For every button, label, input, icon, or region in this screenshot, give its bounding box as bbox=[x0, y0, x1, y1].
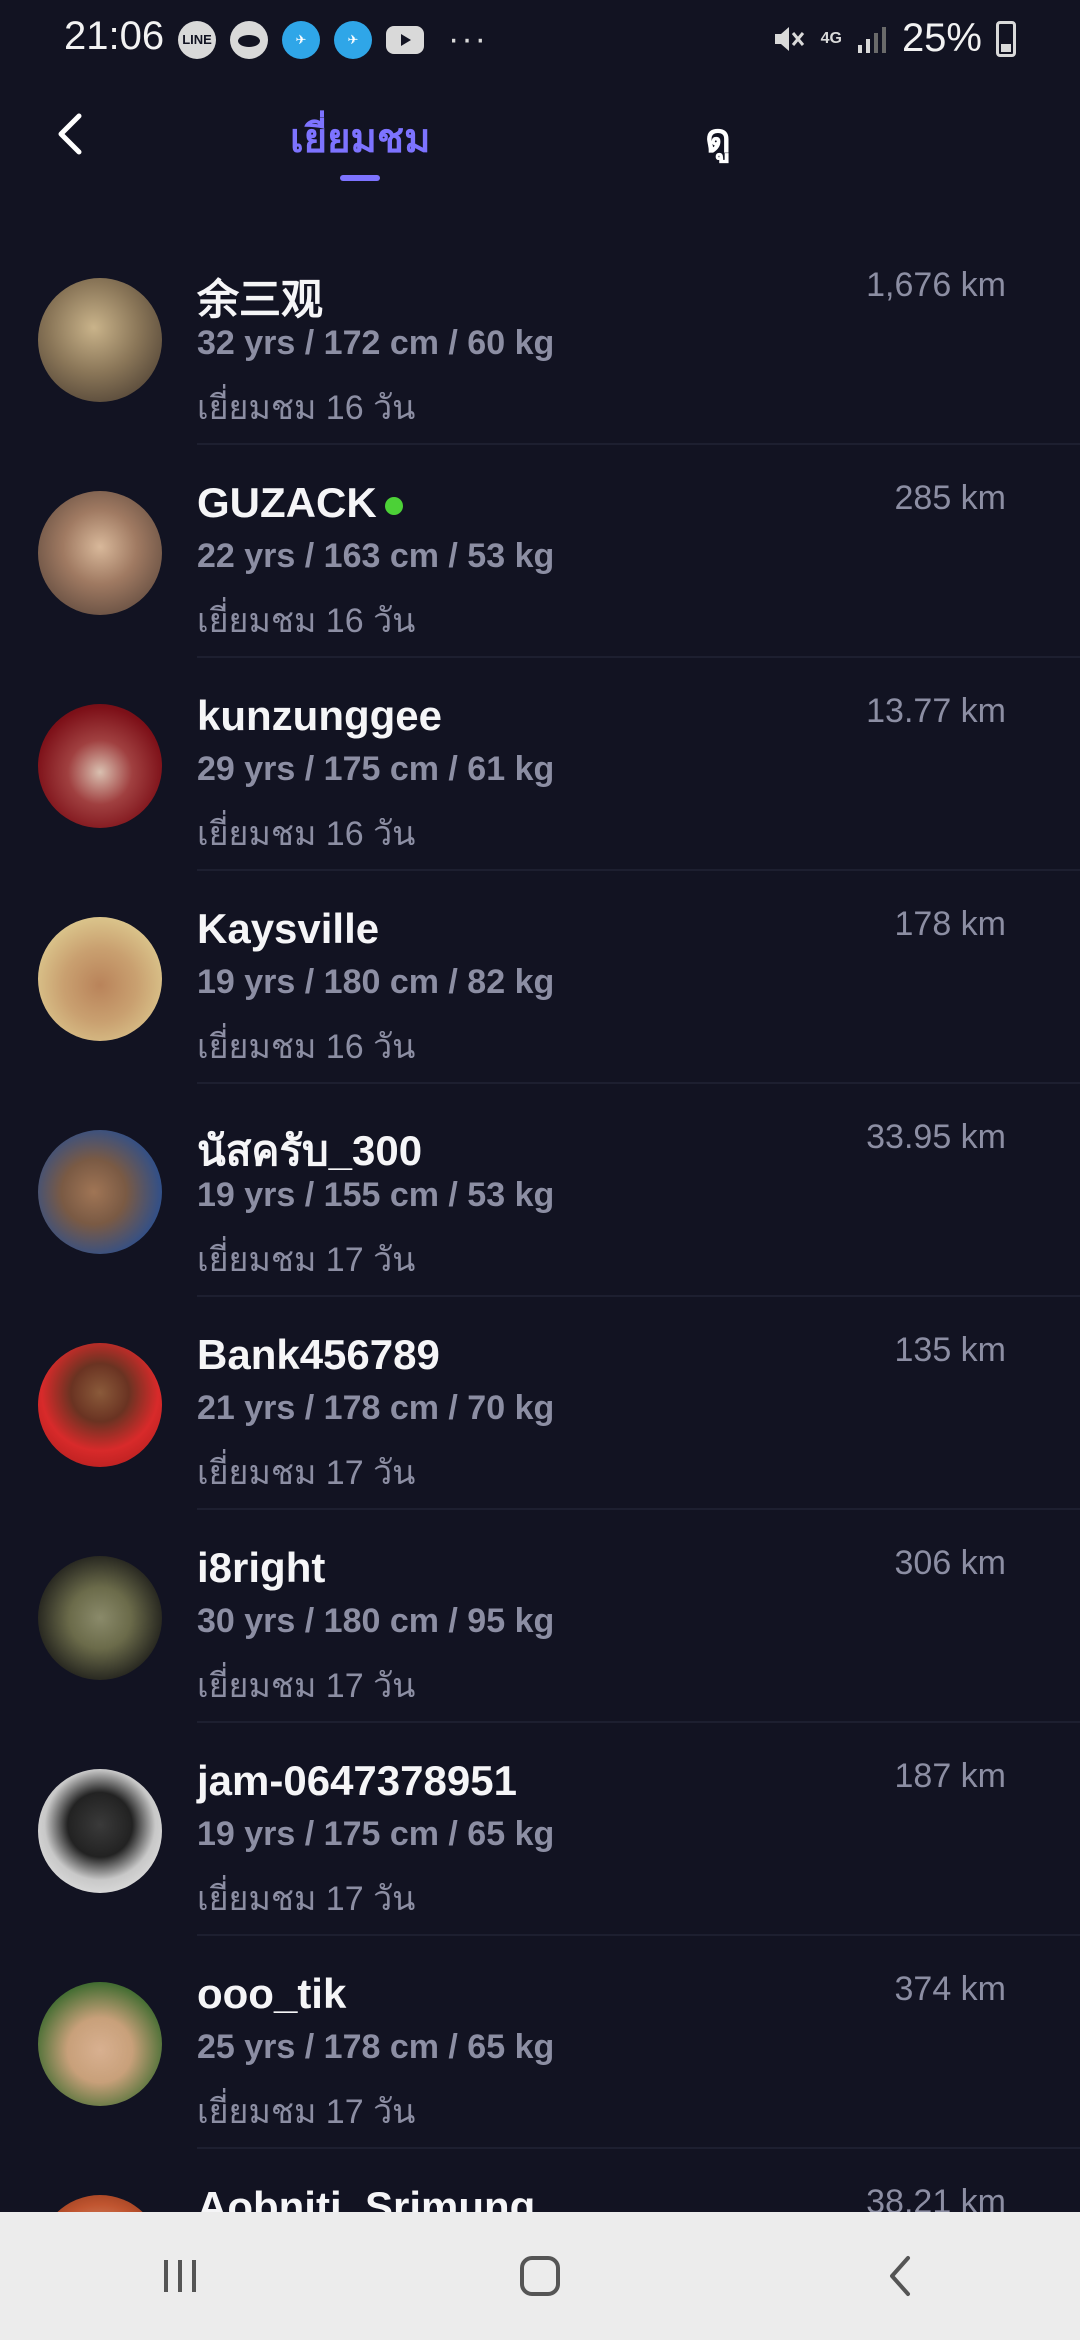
visit-date: เยี่ยมชม 16 วัน bbox=[197, 1028, 416, 1066]
avatar[interactable] bbox=[38, 1556, 162, 1680]
online-indicator bbox=[384, 496, 403, 515]
avatar[interactable] bbox=[38, 1130, 162, 1254]
distance: 306 km bbox=[894, 1544, 1007, 1582]
visit-date: เยี่ยมชม 16 วัน bbox=[197, 815, 416, 853]
list-item[interactable]: Kaysville 19 yrs / 180 cm / 82 kg เยี่ยม… bbox=[0, 871, 1080, 1084]
telegram-icon: ✈ bbox=[334, 20, 372, 59]
user-name-wrap: GUZACK bbox=[197, 479, 403, 527]
list-item[interactable]: ooo_tik 25 yrs / 178 cm / 65 kg เยี่ยมชม… bbox=[0, 1936, 1080, 2149]
distance: 1,676 km bbox=[866, 266, 1006, 304]
avatar[interactable] bbox=[38, 917, 162, 1041]
visit-date: เยี่ยมชม 17 วัน bbox=[197, 1454, 416, 1492]
recent-apps-button[interactable] bbox=[110, 2226, 250, 2326]
more-notifications-icon: ··· bbox=[448, 20, 488, 58]
signal-icon bbox=[857, 26, 886, 53]
distance: 178 km bbox=[894, 905, 1007, 943]
user-name: Kaysville bbox=[197, 905, 380, 952]
user-name: jam-0647378951 bbox=[197, 1757, 517, 1804]
visit-date: เยี่ยมชม 17 วัน bbox=[197, 2093, 416, 2131]
battery-icon bbox=[996, 20, 1016, 57]
telegram-icon: ✈ bbox=[282, 20, 320, 59]
user-stats: 29 yrs / 175 cm / 61 kg bbox=[197, 750, 555, 788]
active-tab-indicator bbox=[340, 175, 380, 181]
battery-percent: 25% bbox=[901, 16, 982, 60]
chevron-left-icon bbox=[58, 113, 82, 155]
cloud-app-icon bbox=[230, 20, 268, 59]
status-bar: 21:06 LINE ✈ ✈ ··· 4G 25% bbox=[0, 0, 1080, 80]
visit-date: เยี่ยมชม 17 วัน bbox=[197, 1241, 416, 1279]
avatar[interactable] bbox=[38, 491, 162, 615]
back-button[interactable] bbox=[40, 104, 100, 164]
distance: 135 km bbox=[894, 1331, 1007, 1369]
distance: 187 km bbox=[894, 1757, 1007, 1795]
tab-visit[interactable]: เยี่ยมชม bbox=[290, 106, 430, 170]
tab-view[interactable]: ดู bbox=[705, 106, 731, 170]
distance: 33.95 km bbox=[866, 1118, 1006, 1156]
visit-date: เยี่ยมชม 17 วัน bbox=[197, 1667, 416, 1705]
distance: 13.77 km bbox=[866, 692, 1006, 730]
status-time: 21:06 bbox=[64, 14, 165, 58]
user-stats: 19 yrs / 155 cm / 53 kg bbox=[197, 1176, 555, 1214]
avatar[interactable] bbox=[38, 1769, 162, 1893]
user-name: ooo_tik bbox=[197, 1970, 347, 2017]
visit-date: เยี่ยมชม 16 วัน bbox=[197, 602, 416, 640]
notification-icons: LINE ✈ ✈ ··· bbox=[178, 20, 488, 59]
visit-date: เยี่ยมชม 17 วัน bbox=[197, 1880, 416, 1918]
user-stats: 32 yrs / 172 cm / 60 kg bbox=[197, 324, 555, 362]
line-app-icon: LINE bbox=[178, 20, 216, 59]
list-item[interactable]: GUZACK 22 yrs / 163 cm / 53 kg เยี่ยมชม … bbox=[0, 445, 1080, 658]
back-icon bbox=[890, 2256, 910, 2296]
network-type: 4G bbox=[820, 29, 842, 47]
user-name: นัสครับ_300 bbox=[197, 1127, 423, 1174]
home-button[interactable] bbox=[470, 2226, 610, 2326]
visitor-list: 余三观 32 yrs / 172 cm / 60 kg เยี่ยมชม 16 … bbox=[0, 232, 1080, 2340]
user-stats: 25 yrs / 178 cm / 65 kg bbox=[197, 2028, 555, 2066]
youtube-icon bbox=[386, 25, 424, 54]
user-name: GUZACK bbox=[197, 479, 377, 526]
user-stats: 19 yrs / 175 cm / 65 kg bbox=[197, 1815, 555, 1853]
list-item[interactable]: นัสครับ_300 19 yrs / 155 cm / 53 kg เยี่… bbox=[0, 1084, 1080, 1297]
recent-apps-icon bbox=[164, 2260, 196, 2292]
visit-date: เยี่ยมชม 16 วัน bbox=[197, 389, 416, 427]
back-nav-button[interactable] bbox=[830, 2226, 970, 2326]
avatar[interactable] bbox=[38, 704, 162, 828]
user-stats: 21 yrs / 178 cm / 70 kg bbox=[197, 1389, 555, 1427]
list-item[interactable]: 余三观 32 yrs / 172 cm / 60 kg เยี่ยมชม 16 … bbox=[0, 232, 1080, 445]
user-stats: 19 yrs / 180 cm / 82 kg bbox=[197, 963, 555, 1001]
list-item[interactable]: i8right 30 yrs / 180 cm / 95 kg เยี่ยมชม… bbox=[0, 1510, 1080, 1723]
distance: 374 km bbox=[894, 1970, 1007, 2008]
list-item[interactable]: kunzunggee 29 yrs / 175 cm / 61 kg เยี่ย… bbox=[0, 658, 1080, 871]
mute-icon bbox=[774, 26, 804, 51]
avatar[interactable] bbox=[38, 1343, 162, 1467]
avatar[interactable] bbox=[38, 278, 162, 402]
user-stats: 22 yrs / 163 cm / 53 kg bbox=[197, 537, 555, 575]
list-item[interactable]: jam-0647378951 19 yrs / 175 cm / 65 kg เ… bbox=[0, 1723, 1080, 1936]
home-icon bbox=[520, 2256, 560, 2296]
user-stats: 30 yrs / 180 cm / 95 kg bbox=[197, 1602, 555, 1640]
user-name: kunzunggee bbox=[197, 692, 443, 739]
system-nav-bar bbox=[0, 2212, 1080, 2340]
user-name: 余三观 bbox=[197, 276, 324, 323]
screen: 21:06 LINE ✈ ✈ ··· 4G 25% เยี่ยมชม ดู 余三… bbox=[0, 0, 1080, 2340]
user-name: Bank456789 bbox=[197, 1331, 440, 1378]
avatar[interactable] bbox=[38, 1982, 162, 2106]
header: เยี่ยมชม ดู bbox=[0, 80, 1080, 200]
status-right: 4G 25% bbox=[771, 16, 1016, 61]
user-name: i8right bbox=[197, 1544, 326, 1591]
list-item[interactable]: Bank456789 21 yrs / 178 cm / 70 kg เยี่ย… bbox=[0, 1297, 1080, 1510]
distance: 285 km bbox=[894, 479, 1007, 517]
